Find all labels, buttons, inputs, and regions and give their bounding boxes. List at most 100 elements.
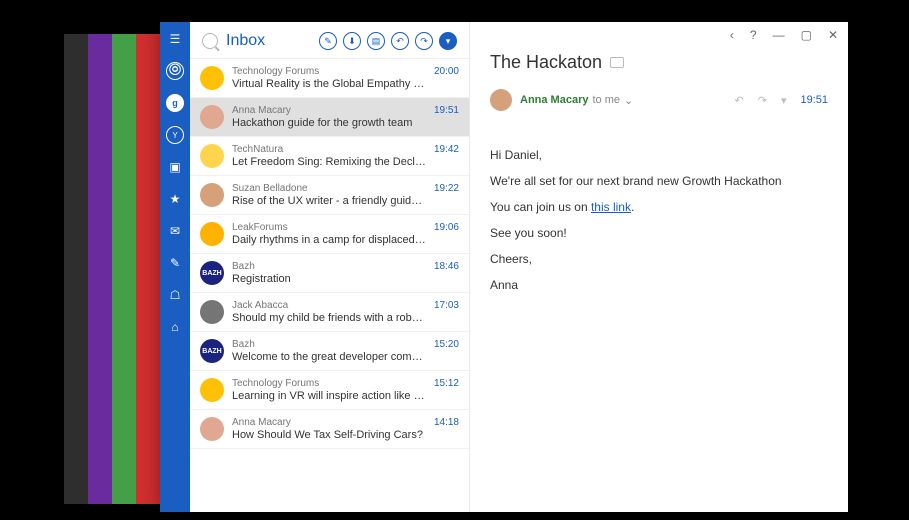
starred-icon[interactable]: ★ — [166, 190, 184, 208]
row-time: 15:20 — [434, 339, 459, 350]
row-time: 20:00 — [434, 66, 459, 77]
row-main: Jack AbaccaShould my child be friends wi… — [232, 300, 426, 324]
row-sender: Bazh — [232, 261, 426, 272]
row-subject: Welcome to the great developer commu… — [232, 351, 426, 363]
more-button[interactable]: ▾ — [439, 32, 457, 50]
maximize-button[interactable]: ▢ — [801, 28, 812, 42]
row-sender: Anna Macary — [232, 105, 426, 116]
compose-button[interactable]: ✎ — [319, 32, 337, 50]
row-avatar — [200, 300, 224, 324]
details-dropdown-icon[interactable]: ⌄ — [624, 94, 633, 107]
email-row[interactable]: TechNaturaLet Freedom Sing: Remixing the… — [190, 137, 469, 176]
email-time: 19:51 — [800, 94, 828, 106]
email-row[interactable]: Technology ForumsLearning in VR will ins… — [190, 371, 469, 410]
close-button[interactable]: ✕ — [828, 28, 838, 42]
row-main: Technology ForumsVirtual Reality is the … — [232, 66, 426, 90]
account-all-icon[interactable]: ⦾ — [166, 62, 184, 80]
archive-button[interactable]: ▤ — [367, 32, 385, 50]
row-time: 18:46 — [434, 261, 459, 272]
email-title: The Hackaton — [490, 52, 828, 73]
email-row[interactable]: BAZHBazhWelcome to the great developer c… — [190, 332, 469, 371]
row-time: 17:03 — [434, 300, 459, 311]
email-subject: The Hackaton — [490, 52, 602, 73]
row-subject: Let Freedom Sing: Remixing the Declarati… — [232, 156, 426, 168]
inbox-icon[interactable]: ▣ — [166, 158, 184, 176]
row-avatar — [200, 183, 224, 207]
row-subject: Hackathon guide for the growth team — [232, 117, 426, 129]
row-sender: Suzan Belladone — [232, 183, 426, 194]
reader-meta: Anna Macary to me ⌄ ↶ ↷ ▾ 19:51 — [490, 89, 828, 121]
email-rows: Technology Forums Virtual Reality is the … — [190, 59, 469, 512]
row-avatar — [200, 222, 224, 246]
body-line: Hi Daniel, — [490, 143, 828, 167]
row-main: LeakForumsDaily rhythms in a camp for di… — [232, 222, 426, 246]
folder-name: Inbox — [226, 32, 265, 50]
body-line: Anna — [490, 273, 828, 297]
row-main: Technology ForumsLearning in VR will ins… — [232, 378, 426, 402]
email-row[interactable]: Suzan BelladoneRise of the UX writer - a… — [190, 176, 469, 215]
reply-button[interactable]: ↶ — [391, 32, 409, 50]
join-link[interactable]: this link — [591, 200, 631, 214]
forward-button[interactable]: ↷ — [415, 32, 433, 50]
archive-icon[interactable]: ☖ — [166, 286, 184, 304]
row-avatar — [200, 144, 224, 168]
reader-actions: ↶ ↷ ▾ 19:51 — [735, 94, 829, 107]
row-subject: How Should We Tax Self-Driving Cars? — [232, 429, 426, 441]
search-icon[interactable] — [202, 33, 218, 49]
sent-icon[interactable]: ✉ — [166, 222, 184, 240]
body-line: You can join us on this link. — [490, 195, 828, 219]
mail-window: ☰ ⦾ g Y ▣ ★ ✉ ✎ ☖ ⌂ ‹ ? — ▢ ✕ Inbox ✎ ⬇ … — [160, 22, 848, 512]
list-toolbar: ✎ ⬇ ▤ ↶ ↷ ▾ — [319, 32, 457, 50]
email-row[interactable]: Technology ForumsVirtual Reality is the … — [190, 59, 469, 98]
row-time: 14:18 — [434, 417, 459, 428]
row-avatar — [200, 417, 224, 441]
email-row[interactable]: BAZH BazhRegistration 18:46 — [190, 254, 469, 293]
row-avatar — [200, 378, 224, 402]
email-reader: The Hackaton Anna Macary to me ⌄ ↶ ↷ ▾ 1… — [470, 22, 848, 512]
row-sender: LeakForums — [232, 222, 426, 233]
email-row[interactable]: Jack AbaccaShould my child be friends wi… — [190, 293, 469, 332]
download-button[interactable]: ⬇ — [343, 32, 361, 50]
back-button[interactable]: ‹ — [730, 28, 734, 42]
row-time: 19:06 — [434, 222, 459, 233]
body-line: See you soon! — [490, 221, 828, 245]
account-google-icon[interactable]: g — [166, 94, 184, 112]
row-time: 15:12 — [434, 378, 459, 389]
help-button[interactable]: ? — [750, 28, 757, 42]
row-subject: Daily rhythms in a camp for displaced pe… — [232, 234, 426, 246]
row-avatar — [200, 66, 224, 90]
reply-icon[interactable]: ↶ — [735, 94, 744, 107]
sidebar: ☰ ⦾ g Y ▣ ★ ✉ ✎ ☖ ⌂ — [160, 22, 190, 512]
drafts-icon[interactable]: ✎ — [166, 254, 184, 272]
row-subject: Learning in VR will inspire action like … — [232, 390, 426, 402]
row-time: 19:22 — [434, 183, 459, 194]
list-header: Inbox ✎ ⬇ ▤ ↶ ↷ ▾ — [190, 22, 469, 59]
row-subject: Rise of the UX writer - a friendly guide… — [232, 195, 426, 207]
account-yahoo-icon[interactable]: Y — [166, 126, 184, 144]
email-body: Hi Daniel, We're all set for our next br… — [490, 143, 828, 297]
email-row[interactable]: LeakForumsDaily rhythms in a camp for di… — [190, 215, 469, 254]
email-row[interactable]: Anna MacaryHow Should We Tax Self-Drivin… — [190, 410, 469, 449]
more-icon[interactable]: ▾ — [781, 94, 787, 107]
mail-list: Inbox ✎ ⬇ ▤ ↶ ↷ ▾ Technology Forums Virtu… — [190, 22, 470, 512]
row-avatar — [200, 105, 224, 129]
recipient: to me — [592, 94, 620, 106]
minimize-button[interactable]: — — [773, 28, 785, 42]
menu-icon[interactable]: ☰ — [166, 30, 184, 48]
sender-avatar[interactable] — [490, 89, 512, 111]
row-main: TechNaturaLet Freedom Sing: Remixing the… — [232, 144, 426, 168]
email-row[interactable]: Anna MacaryHackathon guide for the growt… — [190, 98, 469, 137]
row-main: Suzan BelladoneRise of the UX writer - a… — [232, 183, 426, 207]
row-subject: Registration — [232, 273, 426, 285]
tag-icon[interactable]: ⌂ — [166, 318, 184, 336]
content: ‹ ? — ▢ ✕ Inbox ✎ ⬇ ▤ ↶ ↷ ▾ Technology F… — [190, 22, 848, 512]
label-icon[interactable] — [610, 57, 624, 68]
forward-icon[interactable]: ↷ — [758, 94, 767, 107]
row-sender: Jack Abacca — [232, 300, 426, 311]
body-line: Cheers, — [490, 247, 828, 271]
row-sender: Technology Forums — [232, 378, 426, 389]
row-avatar: BAZH — [200, 261, 224, 285]
row-main: Anna MacaryHow Should We Tax Self-Drivin… — [232, 417, 426, 441]
sender-name[interactable]: Anna Macary — [520, 94, 588, 106]
row-subject: Virtual Reality is the Global Empathy Ma… — [232, 78, 426, 90]
